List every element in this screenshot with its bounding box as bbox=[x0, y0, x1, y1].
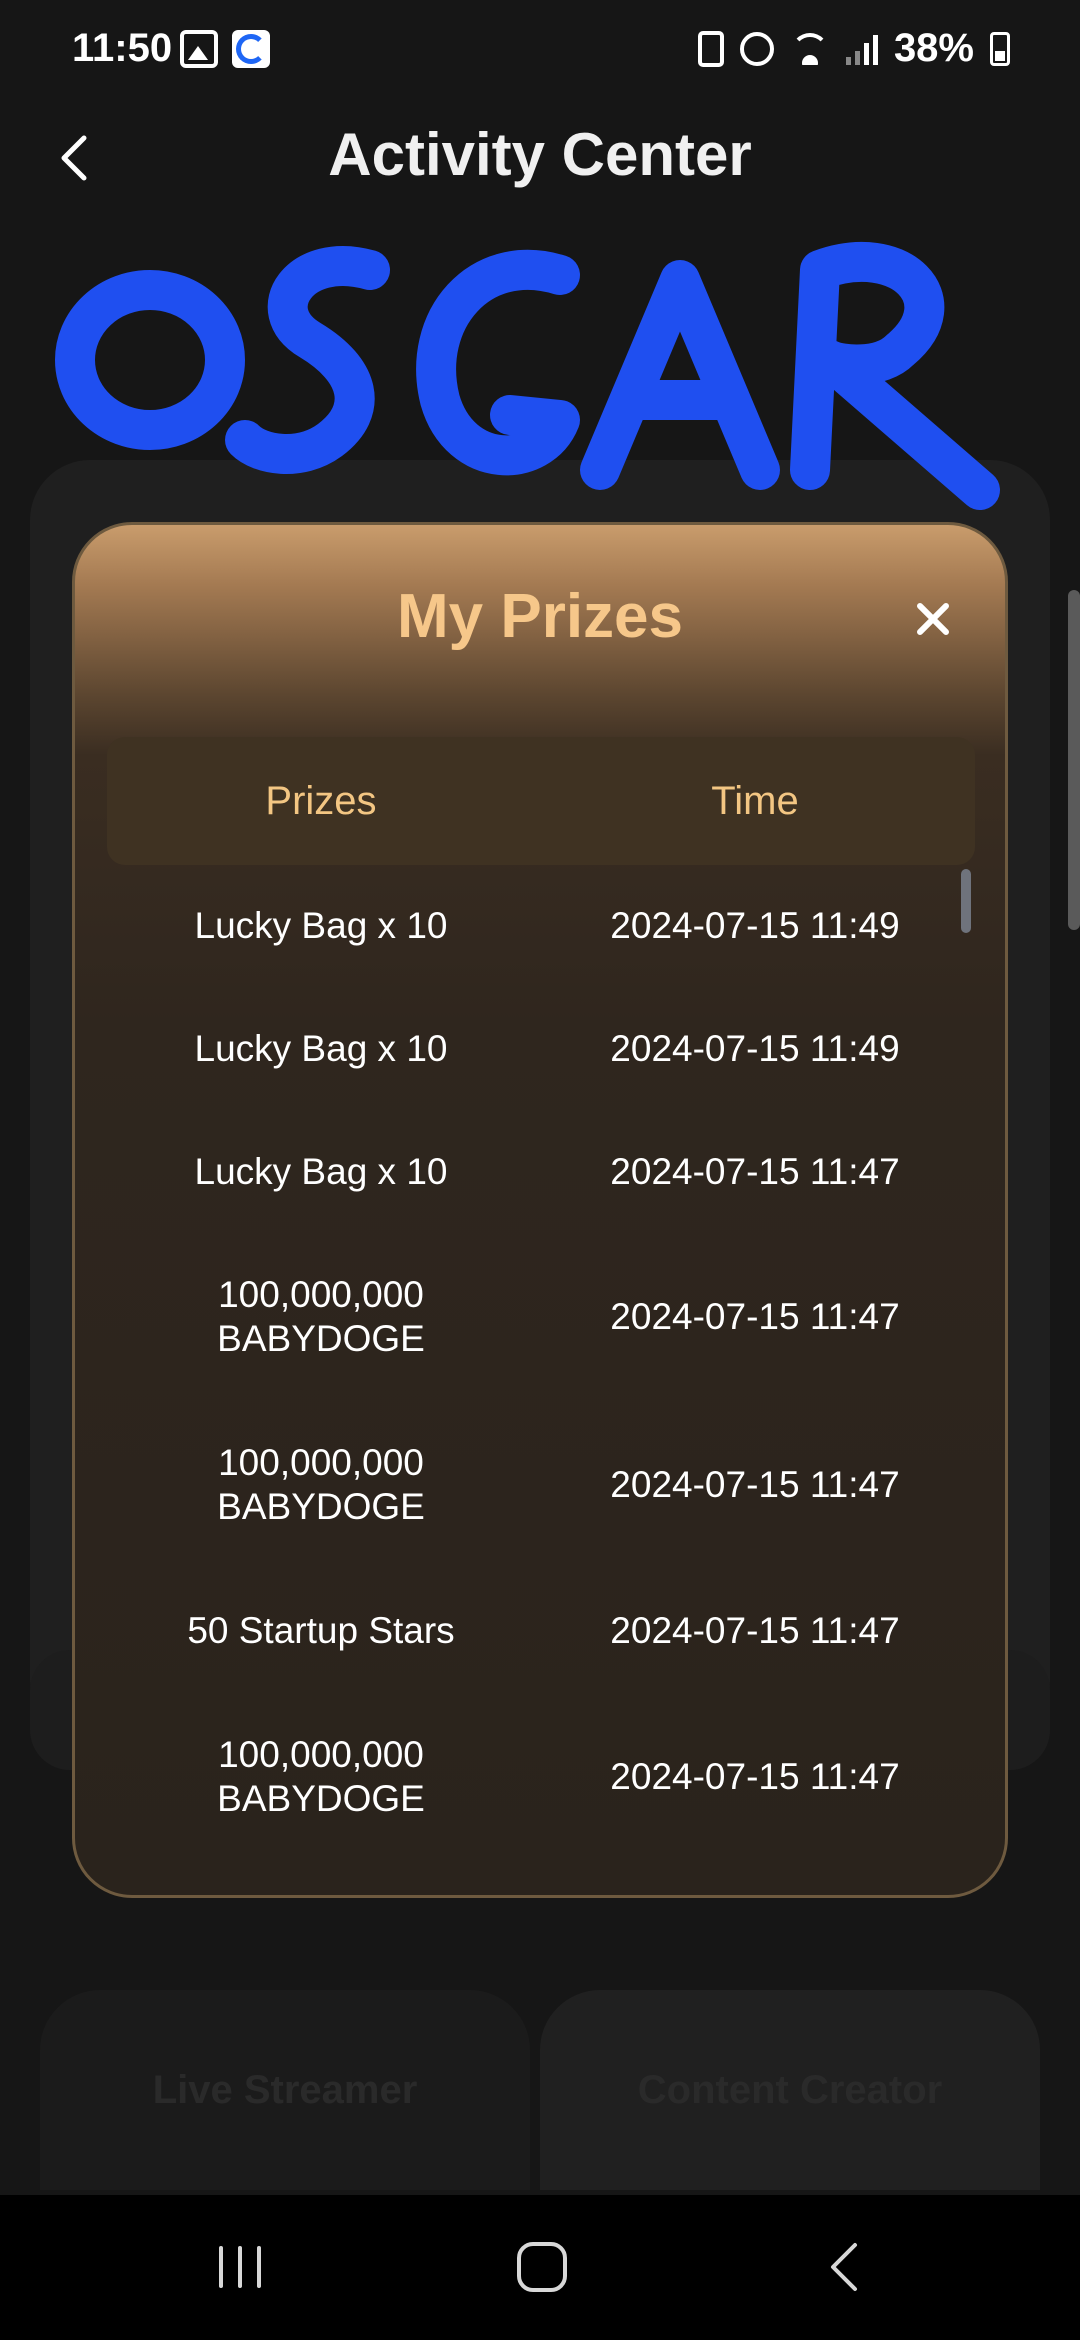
my-prizes-modal: My Prizes Prizes Time Lucky Bag x 10 202… bbox=[72, 522, 1008, 1898]
battery-icon bbox=[990, 31, 1010, 66]
prize-cell: 100,000,000 BABYDOGE bbox=[217, 1734, 425, 1819]
close-button[interactable] bbox=[905, 591, 961, 647]
time-cell: 2024-07-15 11:47 bbox=[610, 1610, 900, 1651]
status-time: 11:50 bbox=[72, 26, 173, 70]
system-back-button[interactable] bbox=[790, 2225, 900, 2309]
prize-cell: Lucky Bag x 10 bbox=[194, 905, 448, 946]
time-cell: 2024-07-15 11:49 bbox=[610, 905, 900, 946]
gallery-notification-icon bbox=[180, 30, 218, 68]
app-header: Activity Center bbox=[0, 100, 1080, 210]
table-row: 100,000,000 BABYDOGE 2024-07-15 11:47 bbox=[107, 1401, 975, 1569]
prize-cell: 100,000,000 BABYDOGE bbox=[217, 1274, 425, 1359]
close-icon bbox=[917, 603, 949, 635]
prizes-table-header: Prizes Time bbox=[107, 737, 975, 865]
prizes-list[interactable]: Lucky Bag x 10 2024-07-15 11:49 Lucky Ba… bbox=[107, 865, 975, 1895]
table-row: Lucky Bag x 10 2024-07-15 11:49 bbox=[107, 987, 975, 1111]
handwritten-watermark bbox=[55, 241, 1000, 510]
notification-icons bbox=[180, 30, 270, 68]
prize-cell: Lucky Bag x 10 bbox=[194, 1028, 448, 1069]
status-bar: 11:50 38% bbox=[0, 0, 1080, 100]
table-row: 50 Startup Stars 2024-07-15 11:47 bbox=[107, 1569, 975, 1693]
tab-content-creator: Content Creator bbox=[540, 1990, 1040, 2190]
page-scrollbar bbox=[1068, 590, 1080, 930]
table-row: 100,000,000 BABYDOGE 2024-07-15 11:47 bbox=[107, 1233, 975, 1401]
time-cell: 2024-07-15 11:47 bbox=[610, 1464, 900, 1505]
recent-apps-icon bbox=[219, 2246, 261, 2288]
prize-cell: 50 Startup Stars bbox=[187, 1610, 455, 1651]
time-cell: 2024-07-15 11:47 bbox=[610, 1151, 900, 1192]
column-header-time: Time bbox=[711, 778, 799, 823]
prize-cell: Lucky Bag x 10 bbox=[194, 1151, 448, 1192]
column-header-prizes: Prizes bbox=[265, 778, 377, 823]
system-icons: 38% bbox=[697, 26, 1010, 71]
wifi-icon bbox=[790, 32, 830, 65]
tab-live-streamer: Live Streamer bbox=[40, 1990, 530, 2190]
battery-saver-icon bbox=[697, 30, 724, 67]
signal-icon bbox=[845, 33, 878, 65]
battery-percent: 38% bbox=[893, 26, 974, 70]
page-title: Activity Center bbox=[328, 121, 752, 188]
table-row: Lucky Bag x 10 2024-07-15 11:47 bbox=[107, 1111, 975, 1233]
modal-title: My Prizes bbox=[396, 582, 684, 651]
recent-apps-button[interactable] bbox=[185, 2225, 295, 2309]
alarm-icon bbox=[739, 31, 774, 66]
time-cell: 2024-07-15 11:47 bbox=[610, 1756, 900, 1797]
back-icon bbox=[831, 2243, 857, 2291]
list-scrollbar[interactable] bbox=[961, 869, 971, 933]
table-row: Lucky Bag x 10 2024-07-15 11:49 bbox=[107, 865, 975, 987]
home-icon bbox=[517, 2242, 567, 2292]
time-cell: 2024-07-15 11:49 bbox=[610, 1028, 900, 1069]
system-navigation-bar bbox=[0, 2195, 1080, 2340]
prize-cell: 100,000,000 BABYDOGE bbox=[217, 1442, 425, 1527]
time-cell: 2024-07-15 11:47 bbox=[610, 1296, 900, 1337]
table-row: 100,000,000 BABYDOGE 2024-07-15 11:47 bbox=[107, 1693, 975, 1861]
app-notification-icon bbox=[232, 30, 270, 68]
home-button[interactable] bbox=[487, 2225, 597, 2309]
